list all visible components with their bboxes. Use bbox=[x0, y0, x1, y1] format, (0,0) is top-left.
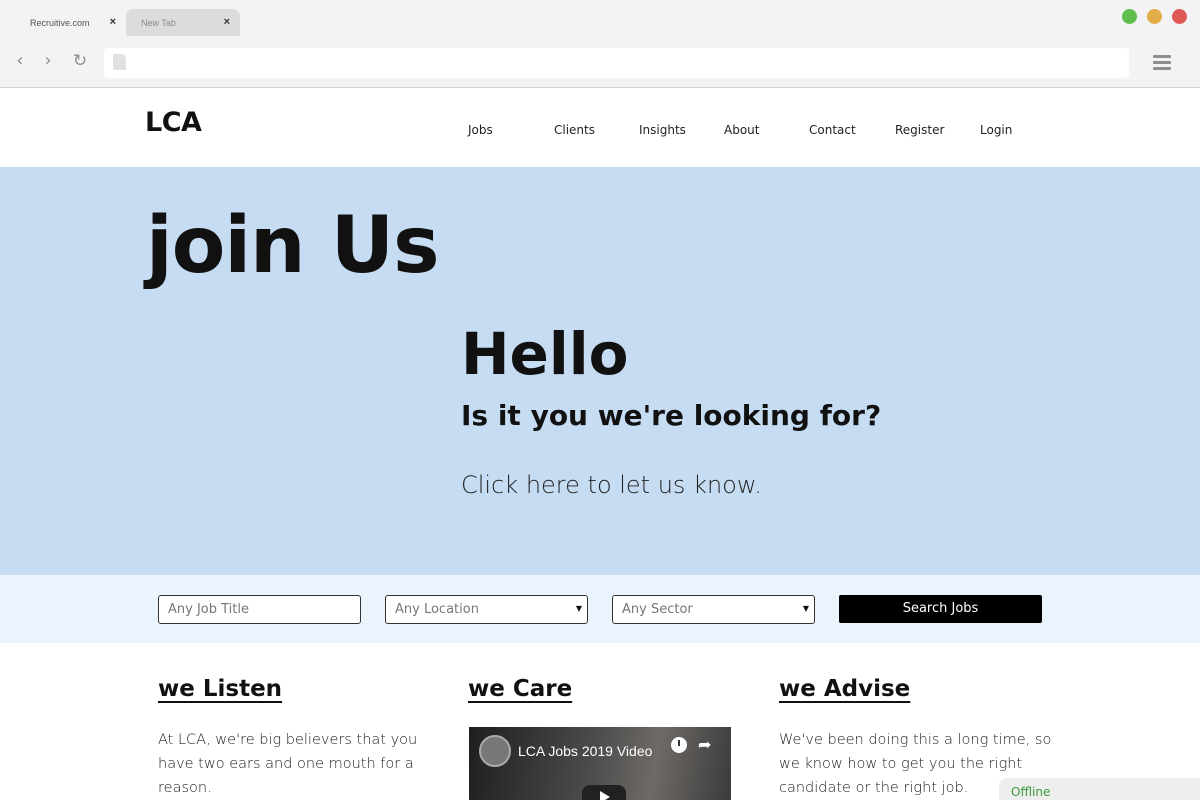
sector-select[interactable]: Any Sector ▼ bbox=[612, 595, 815, 624]
heading-we-advise: we Advise bbox=[779, 676, 911, 702]
nav-link-contact[interactable]: Contact bbox=[809, 123, 856, 137]
browser-tab-new[interactable]: New Tab × bbox=[126, 9, 240, 36]
heading-we-care: we Care bbox=[468, 676, 573, 702]
back-arrow-icon[interactable]: ‹ bbox=[10, 50, 30, 72]
hero-subtitle: Is it you we're looking for? bbox=[461, 399, 882, 432]
nav-link-about[interactable]: About bbox=[724, 123, 759, 137]
sector-value: Any Sector bbox=[622, 602, 693, 617]
nav-link-insights[interactable]: Insights bbox=[639, 123, 686, 137]
forward-arrow-icon[interactable]: › bbox=[38, 50, 58, 72]
video-title[interactable]: LCA Jobs 2019 Video bbox=[518, 743, 652, 759]
dropdown-caret-icon: ▼ bbox=[802, 604, 809, 613]
tab-title: New Tab bbox=[141, 18, 176, 28]
hero-greeting: Hello bbox=[461, 320, 629, 388]
dropdown-caret-icon: ▼ bbox=[575, 604, 582, 613]
hamburger-menu-icon[interactable] bbox=[1153, 55, 1171, 71]
play-button[interactable] bbox=[582, 785, 626, 800]
location-value: Any Location bbox=[395, 602, 479, 617]
nav-link-jobs[interactable]: Jobs bbox=[468, 123, 493, 137]
hero-title: join Us bbox=[146, 201, 440, 291]
nav-link-login[interactable]: Login bbox=[980, 123, 1012, 137]
address-bar[interactable] bbox=[104, 48, 1129, 78]
maximize-window-button[interactable] bbox=[1122, 9, 1137, 24]
channel-avatar[interactable] bbox=[479, 735, 511, 767]
browser-toolbar: ‹ › ↻ bbox=[0, 36, 1200, 88]
location-select[interactable]: Any Location ▼ bbox=[385, 595, 588, 624]
close-icon[interactable]: × bbox=[110, 16, 116, 28]
hero-section: join Us Hello Is it you we're looking fo… bbox=[0, 167, 1200, 575]
search-jobs-button[interactable]: Search Jobs bbox=[839, 595, 1042, 623]
tab-title: Recruitive.com bbox=[30, 18, 90, 28]
reload-icon[interactable]: ↻ bbox=[70, 50, 90, 72]
close-icon[interactable]: × bbox=[224, 16, 230, 28]
heading-we-listen: we Listen bbox=[158, 676, 283, 702]
share-icon[interactable]: ➦ bbox=[698, 735, 711, 754]
nav-link-clients[interactable]: Clients bbox=[554, 123, 595, 137]
minimize-window-button[interactable] bbox=[1147, 9, 1162, 24]
we-listen-text: At LCA, we're big believers that you hav… bbox=[158, 732, 418, 796]
job-title-placeholder: Any Job Title bbox=[168, 602, 249, 617]
site-header: LCA Jobs Clients Insights About Contact … bbox=[0, 88, 1200, 167]
site-logo[interactable]: LCA bbox=[145, 107, 202, 138]
browser-tab-recruitive[interactable]: Recruitive.com × bbox=[6, 9, 124, 36]
chat-status-widget[interactable]: Offline bbox=[999, 778, 1200, 800]
job-search-bar: Any Job Title Any Location ▼ Any Sector … bbox=[0, 575, 1200, 643]
close-window-button[interactable] bbox=[1172, 9, 1187, 24]
hero-cta-link[interactable]: Click here to let us know. bbox=[461, 471, 762, 499]
job-title-input[interactable]: Any Job Title bbox=[158, 595, 361, 624]
browser-tab-bar: Recruitive.com × New Tab × bbox=[0, 0, 1200, 36]
nav-link-register[interactable]: Register bbox=[895, 123, 944, 137]
page-icon bbox=[113, 54, 126, 70]
chat-status-text: Offline bbox=[1011, 785, 1051, 799]
watch-later-icon[interactable] bbox=[671, 737, 687, 753]
video-player[interactable]: LCA Jobs 2019 Video ➦ bbox=[469, 727, 731, 800]
